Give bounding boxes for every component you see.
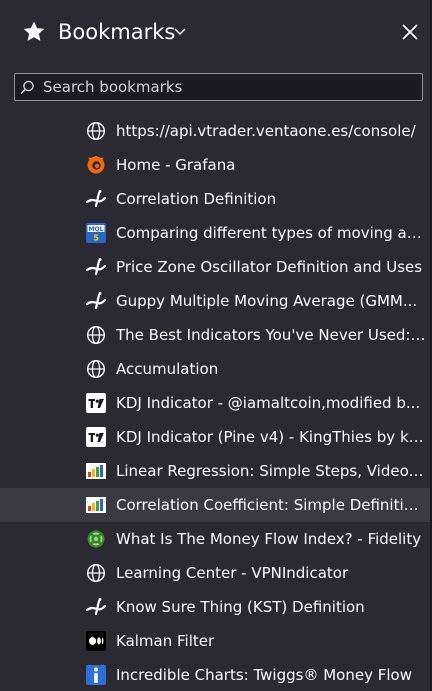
bookmark-label: KDJ Indicator (Pine v4) - KingThies by k… bbox=[116, 428, 426, 446]
bookmark-item[interactable]: MQL 5 Comparing different types of moving … bbox=[0, 216, 432, 250]
svg-text:5: 5 bbox=[93, 234, 99, 243]
investopedia-icon bbox=[86, 597, 106, 617]
bookmark-item[interactable]: Correlation Coefficient: Simple Definiti… bbox=[0, 488, 432, 522]
bookmark-item[interactable]: https://api.vtrader.ventaone.es/console/ bbox=[0, 114, 432, 148]
bookmark-label: Linear Regression: Simple Steps, Video. … bbox=[116, 462, 426, 480]
bookmark-label: What Is The Money Flow Index? - Fidelity bbox=[116, 530, 422, 548]
bookmark-item[interactable]: Correlation Definition bbox=[0, 182, 432, 216]
statistics-howto-icon bbox=[86, 495, 106, 515]
investopedia-icon bbox=[86, 291, 106, 311]
investopedia-icon bbox=[86, 257, 106, 277]
globe-icon bbox=[86, 121, 106, 141]
info-icon bbox=[86, 665, 106, 685]
investopedia-icon bbox=[86, 189, 106, 209]
bookmark-label: Correlation Coefficient: Simple Definiti… bbox=[116, 496, 426, 514]
bookmark-label: https://api.vtrader.ventaone.es/console/ bbox=[116, 122, 416, 140]
bookmark-label: Learning Center - VPNIndicator bbox=[116, 564, 349, 582]
globe-icon bbox=[86, 563, 106, 583]
svg-text:MQL: MQL bbox=[89, 226, 104, 233]
bookmark-item[interactable]: Know Sure Thing (KST) Definition bbox=[0, 590, 432, 624]
bookmark-item[interactable]: What Is The Money Flow Index? - Fidelity bbox=[0, 522, 432, 556]
bookmark-label: Incredible Charts: Twiggs® Money Flow bbox=[116, 666, 412, 684]
bookmark-item[interactable]: Learning Center - VPNIndicator bbox=[0, 556, 432, 590]
star-icon bbox=[22, 20, 46, 44]
globe-icon bbox=[86, 325, 106, 345]
close-icon[interactable] bbox=[401, 23, 419, 41]
bookmark-item[interactable]: Guppy Multiple Moving Average (GMM... bbox=[0, 284, 432, 318]
sidebar-title: Bookmarks bbox=[58, 20, 176, 44]
bookmark-item[interactable]: Accumulation bbox=[0, 352, 432, 386]
grafana-icon bbox=[86, 155, 106, 175]
bookmark-label: The Best Indicators You've Never Used: .… bbox=[116, 326, 426, 344]
search-icon bbox=[20, 80, 35, 95]
bookmark-label: Home - Grafana bbox=[116, 156, 236, 174]
sidebar-header: Bookmarks bbox=[0, 0, 432, 68]
bookmark-label: Kalman Filter bbox=[116, 632, 215, 650]
tradingview-icon bbox=[86, 427, 106, 447]
bookmark-label: Know Sure Thing (KST) Definition bbox=[116, 598, 365, 616]
bookmark-item[interactable]: Linear Regression: Simple Steps, Video. … bbox=[0, 454, 432, 488]
bookmark-item[interactable]: The Best Indicators You've Never Used: .… bbox=[0, 318, 432, 352]
chevron-down-icon bbox=[174, 28, 186, 36]
mql5-icon: MQL 5 bbox=[86, 223, 106, 243]
bookmark-item[interactable]: KDJ Indicator (Pine v4) - KingThies by k… bbox=[0, 420, 432, 454]
search-box[interactable] bbox=[14, 73, 423, 101]
medium-icon bbox=[86, 631, 106, 651]
globe-icon bbox=[86, 359, 106, 379]
search-input[interactable] bbox=[43, 75, 413, 99]
bookmark-item[interactable]: Home - Grafana bbox=[0, 148, 432, 182]
bookmark-item[interactable]: Kalman Filter bbox=[0, 624, 432, 658]
bookmark-label: Correlation Definition bbox=[116, 190, 277, 208]
bookmark-label: KDJ Indicator - @iamaltcoin,modified b..… bbox=[116, 394, 421, 412]
bookmark-item[interactable]: KDJ Indicator - @iamaltcoin,modified b..… bbox=[0, 386, 432, 420]
fidelity-icon bbox=[86, 529, 106, 549]
bookmarks-sidebar: Bookmarks https://api.vtrader.ventaone.e… bbox=[0, 0, 432, 691]
statistics-howto-icon bbox=[86, 461, 106, 481]
bookmark-label: Comparing different types of moving av..… bbox=[116, 224, 426, 242]
bookmark-item[interactable]: Price Zone Oscillator Definition and Use… bbox=[0, 250, 432, 284]
bookmark-label: Guppy Multiple Moving Average (GMM... bbox=[116, 292, 418, 310]
tradingview-icon bbox=[86, 393, 106, 413]
bookmark-list: https://api.vtrader.ventaone.es/console/… bbox=[0, 114, 432, 691]
bookmark-item[interactable]: Incredible Charts: Twiggs® Money Flow bbox=[0, 658, 432, 691]
bookmark-label: Price Zone Oscillator Definition and Use… bbox=[116, 258, 423, 276]
bookmark-label: Accumulation bbox=[116, 360, 219, 378]
